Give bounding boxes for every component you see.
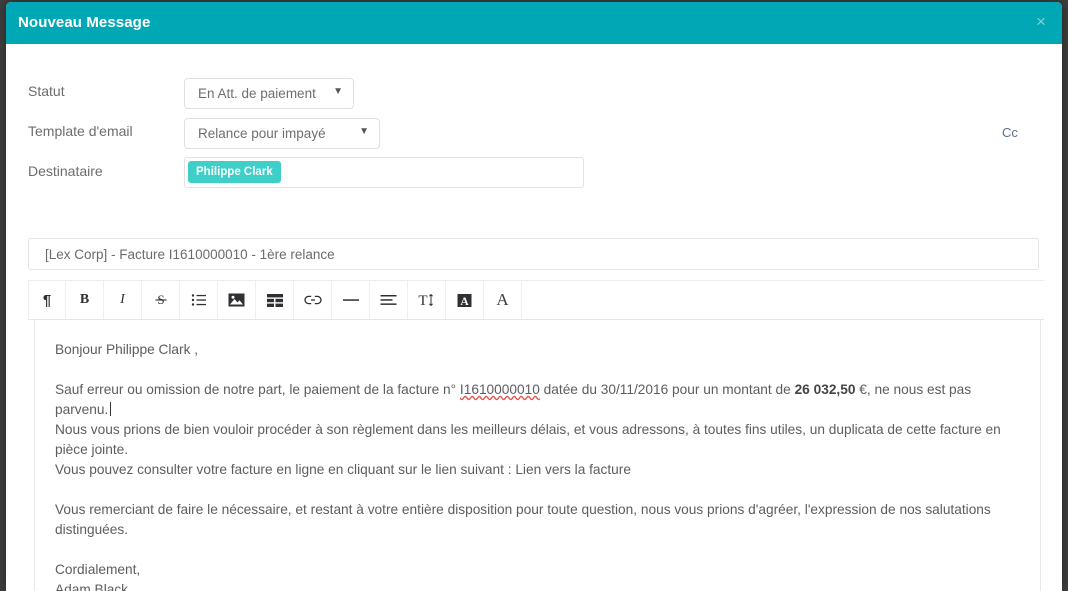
bold-icon[interactable]: B	[66, 281, 104, 319]
highlight-color-icon[interactable]: A	[446, 281, 484, 319]
image-icon[interactable]	[218, 281, 256, 319]
message-editor[interactable]: Bonjour Philippe Clark , Sauf erreur ou …	[34, 320, 1041, 591]
body-paragraph-3: Vous pouvez consulter votre facture en l…	[55, 462, 631, 477]
horizontal-rule-icon[interactable]	[332, 281, 370, 319]
body-greeting: Bonjour Philippe Clark ,	[55, 342, 199, 357]
svg-text:T: T	[418, 293, 427, 308]
form-row-template: Template d'email Relance pour impayé ▼ C…	[6, 116, 1062, 150]
text-size-icon[interactable]: T	[408, 281, 446, 319]
statut-select[interactable]: En Att. de paiement ▼	[184, 78, 354, 109]
strikethrough-icon[interactable]: S	[142, 281, 180, 319]
para1-before: Sauf erreur ou omission de notre part, l…	[55, 382, 460, 397]
modal-title: Nouveau Message	[18, 14, 151, 31]
para1-mid: datée du 30/11/2016 pour un montant de	[539, 382, 795, 397]
link-icon[interactable]	[294, 281, 332, 319]
chevron-down-icon: ▼	[359, 126, 369, 137]
paragraph-icon[interactable]: ¶	[28, 281, 66, 319]
close-icon[interactable]: ×	[1030, 12, 1052, 34]
invoice-number: I1610000010	[459, 382, 540, 397]
template-select[interactable]: Relance pour impayé ▼	[184, 118, 380, 149]
bullet-list-icon[interactable]	[180, 281, 218, 319]
subject-value: [Lex Corp] - Facture I1610000010 - 1ère …	[45, 247, 335, 262]
recipient-input[interactable]: Philippe Clark	[184, 157, 584, 188]
modal-body: Statut En Att. de paiement ▼ Template d'…	[6, 44, 1062, 591]
font-color-icon[interactable]: A	[484, 281, 522, 319]
svg-text:A: A	[460, 296, 469, 308]
text-cursor	[110, 402, 112, 416]
italic-icon[interactable]: I	[104, 281, 142, 319]
body-sender: Adam Black,	[55, 582, 132, 591]
form-row-destinataire: Destinataire Philippe Clark	[6, 156, 1062, 190]
cc-link[interactable]: Cc	[1002, 125, 1018, 140]
table-icon[interactable]	[256, 281, 294, 319]
template-value: Relance pour impayé	[198, 126, 326, 141]
new-message-modal: Nouveau Message × Statut En Att. de paie…	[6, 2, 1062, 591]
invoice-amount: 26 032,50	[794, 382, 856, 397]
statut-value: En Att. de paiement	[198, 86, 316, 101]
chevron-down-icon: ▼	[333, 86, 343, 97]
destinataire-label: Destinataire	[28, 163, 103, 179]
align-icon[interactable]	[370, 281, 408, 319]
template-label: Template d'email	[28, 123, 133, 139]
body-sign-off: Cordialement,	[55, 562, 141, 577]
form-row-statut: Statut En Att. de paiement ▼	[6, 76, 1062, 110]
body-paragraph-1: Sauf erreur ou omission de notre part, l…	[55, 380, 1022, 420]
subject-input[interactable]: [Lex Corp] - Facture I1610000010 - 1ère …	[28, 238, 1039, 270]
modal-header: Nouveau Message ×	[6, 2, 1062, 44]
editor-toolbar: ¶ B I S	[28, 280, 1044, 320]
statut-label: Statut	[28, 83, 65, 99]
body-paragraph-4: Vous remerciant de faire le nécessaire, …	[55, 502, 991, 537]
body-paragraph-2: Nous vous prions de bien vouloir procéde…	[55, 422, 1001, 457]
recipient-token[interactable]: Philippe Clark	[188, 161, 281, 183]
